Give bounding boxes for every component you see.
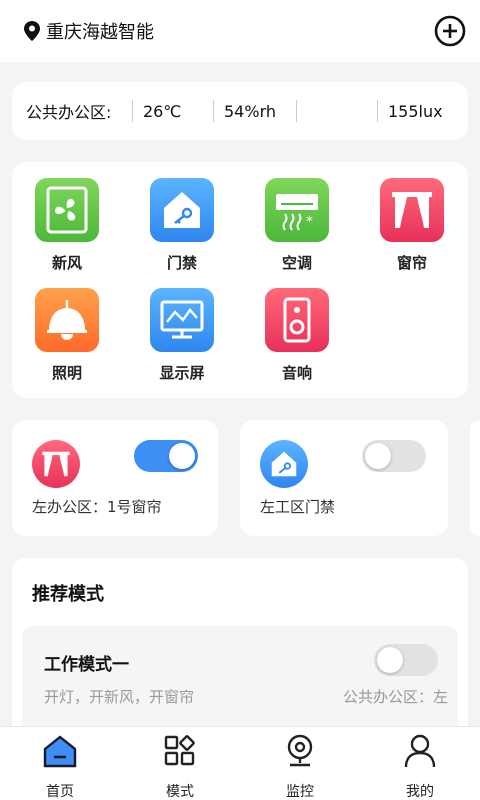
location-pin-icon (24, 21, 40, 41)
quick-control-label: 左工区门禁 (260, 498, 336, 516)
device-label: 门禁 (166, 254, 197, 272)
device-fresh-air[interactable]: 新风 (22, 178, 112, 273)
tab-label: 模式 (166, 784, 194, 800)
device-display[interactable]: 显示屏 (137, 288, 227, 383)
tab-label: 首页 (46, 784, 74, 800)
toggle-knob (377, 647, 403, 673)
device-label: 窗帘 (396, 254, 427, 272)
monitor-icon (150, 288, 214, 352)
quick-control-label: 左办公区：1号窗帘 (32, 498, 162, 516)
device-label: 显示屏 (159, 364, 205, 382)
speaker-icon (265, 288, 329, 352)
device-air-conditioner[interactable]: * 空调 (252, 178, 342, 273)
mode-description: 开灯，开新风，开窗帘 (44, 688, 195, 706)
mode-name: 工作模式一 (44, 655, 129, 675)
device-speaker[interactable]: 音响 (252, 288, 342, 383)
home-icon (43, 735, 77, 768)
door-key-icon (260, 440, 308, 488)
tab-label: 监控 (286, 784, 314, 800)
curtain-icon (32, 440, 80, 488)
device-door-access[interactable]: 门禁 (137, 178, 227, 273)
air-conditioner-icon: * (265, 178, 329, 242)
device-curtain[interactable]: 窗帘 (367, 178, 457, 273)
quick-control-partial[interactable] (470, 420, 480, 536)
door-toggle[interactable] (362, 440, 426, 472)
camera-icon (287, 734, 313, 767)
section-title: 推荐模式 (32, 584, 104, 605)
bottom-tab-bar: 首页 模式 监控 我的 (0, 726, 480, 800)
quick-control-door[interactable]: 左工区门禁 (240, 420, 448, 536)
tab-modes[interactable]: 模式 (140, 733, 220, 800)
toggle-knob (365, 443, 391, 469)
device-lighting[interactable]: 照明 (22, 288, 112, 383)
recommended-modes-card: 推荐模式 工作模式一 开灯，开新风，开窗帘 公共办公区：左 (12, 558, 468, 738)
user-icon (404, 734, 436, 768)
curtain-icon (380, 178, 444, 242)
mode-area: 公共办公区：左 (342, 688, 448, 706)
humidity-value: 54%rh (224, 101, 276, 121)
device-label: 照明 (51, 364, 82, 382)
devices-card: 新风 门禁 * 空调 窗帘 照明 显示屏 音响 (12, 162, 468, 398)
mode-item[interactable]: 工作模式一 开灯，开新风，开窗帘 公共办公区：左 (22, 626, 458, 734)
device-label: 新风 (51, 254, 82, 272)
lamp-icon (35, 288, 99, 352)
modes-icon (164, 735, 195, 766)
quick-control-curtain[interactable]: 左办公区：1号窗帘 (12, 420, 218, 536)
temperature-value: 26℃ (143, 101, 182, 121)
tab-home[interactable]: 首页 (20, 733, 100, 800)
device-label: 空调 (281, 254, 312, 272)
empty-value (297, 99, 377, 123)
plus-circle-icon[interactable] (434, 15, 466, 47)
tab-monitor[interactable]: 监控 (260, 733, 340, 800)
toggle-knob (169, 443, 195, 469)
env-area-label: 公共办公区: (26, 103, 112, 122)
environment-card: 公共办公区: 26℃ 54%rh 155lux (12, 82, 468, 140)
header-bar: 重庆海越智能 (0, 0, 480, 62)
door-key-icon (150, 178, 214, 242)
curtain-toggle[interactable] (134, 440, 198, 472)
tab-label: 我的 (406, 784, 434, 800)
location-name[interactable]: 重庆海越智能 (46, 18, 154, 44)
illuminance-value: 155lux (388, 101, 443, 121)
fan-icon (35, 178, 99, 242)
tab-mine[interactable]: 我的 (380, 733, 460, 800)
mode-toggle[interactable] (374, 644, 438, 676)
svg-text:*: * (306, 214, 313, 230)
device-label: 音响 (281, 364, 312, 382)
